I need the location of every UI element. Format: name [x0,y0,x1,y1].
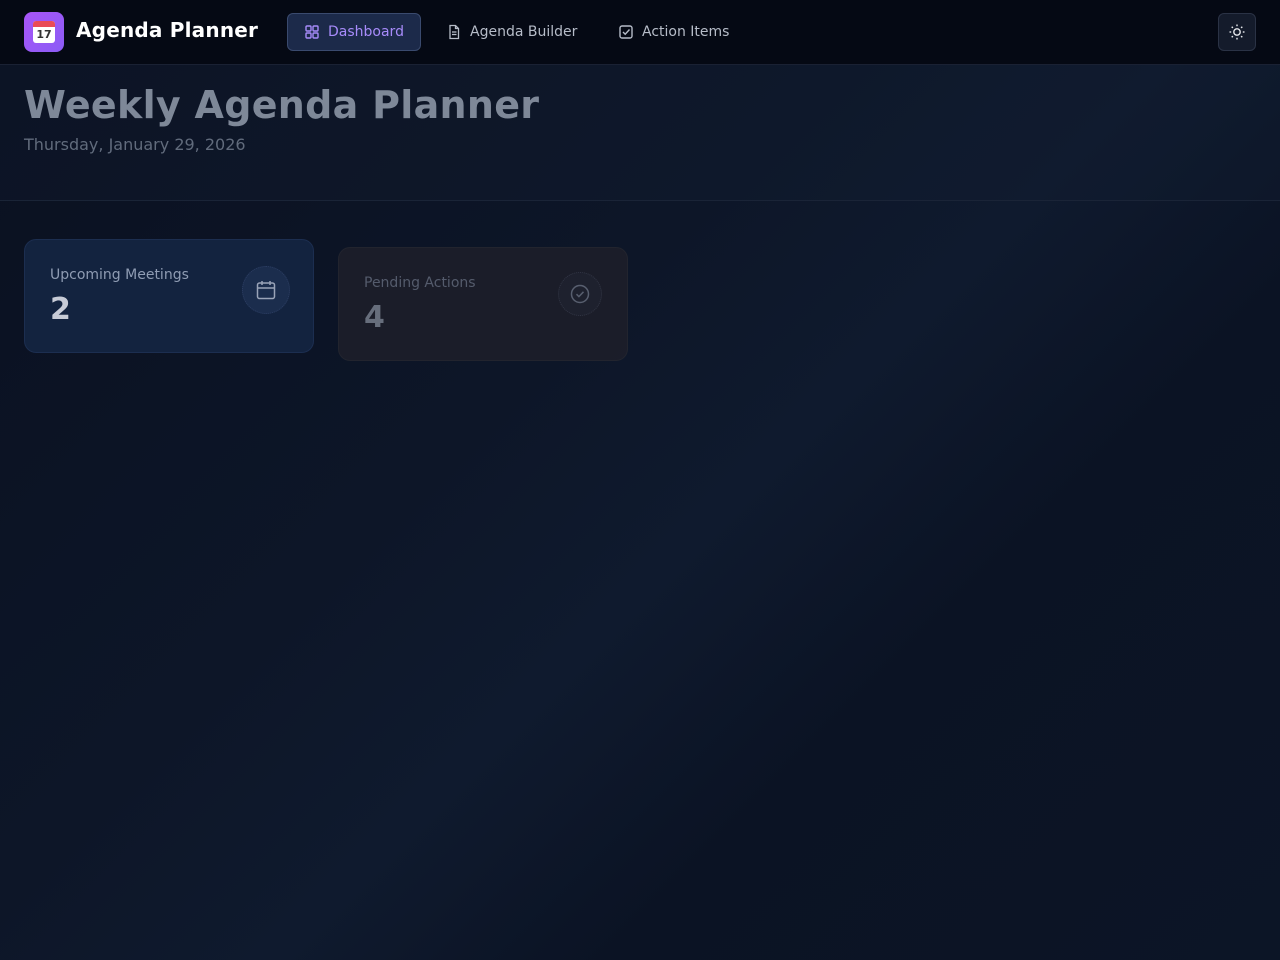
pending-actions-label: Pending Actions [364,275,476,291]
nav-dashboard-label: Dashboard [328,24,404,40]
top-navigation-bar: 17 Agenda Planner Dashboard Agenda Build… [0,0,1280,65]
calendar-logo-icon: 17 [33,21,55,43]
nav-action-items-label: Action Items [642,24,730,40]
upcoming-meetings-card[interactable]: Upcoming Meetings 2 [24,239,314,353]
dashboard-icon [305,25,319,39]
upcoming-meetings-label: Upcoming Meetings [50,267,189,283]
theme-toggle-button[interactable] [1218,13,1256,51]
document-icon [449,24,460,40]
page-title: Weekly Agenda Planner [24,83,540,127]
calendar-icon [242,266,290,314]
upcoming-meetings-count: 2 [50,292,71,327]
nav-agenda-builder-label: Agenda Builder [470,24,578,40]
checkbox-icon [619,25,633,39]
nav-agenda-builder-button[interactable]: Agenda Builder [429,13,594,51]
nav-action-items-button[interactable]: Action Items [601,13,746,51]
pending-actions-count: 4 [364,300,385,335]
app-name: Agenda Planner [76,18,259,42]
nav-dashboard-button[interactable]: Dashboard [287,13,421,51]
sun-icon [1229,24,1245,40]
app-logo[interactable]: 17 [24,12,64,52]
current-date: Thursday, January 29, 2026 [24,135,246,154]
page-header: Weekly Agenda Planner Thursday, January … [0,65,1280,201]
check-circle-icon [558,272,602,316]
logo-day-number: 17 [36,28,52,41]
pending-actions-card[interactable]: Pending Actions 4 [338,247,628,361]
